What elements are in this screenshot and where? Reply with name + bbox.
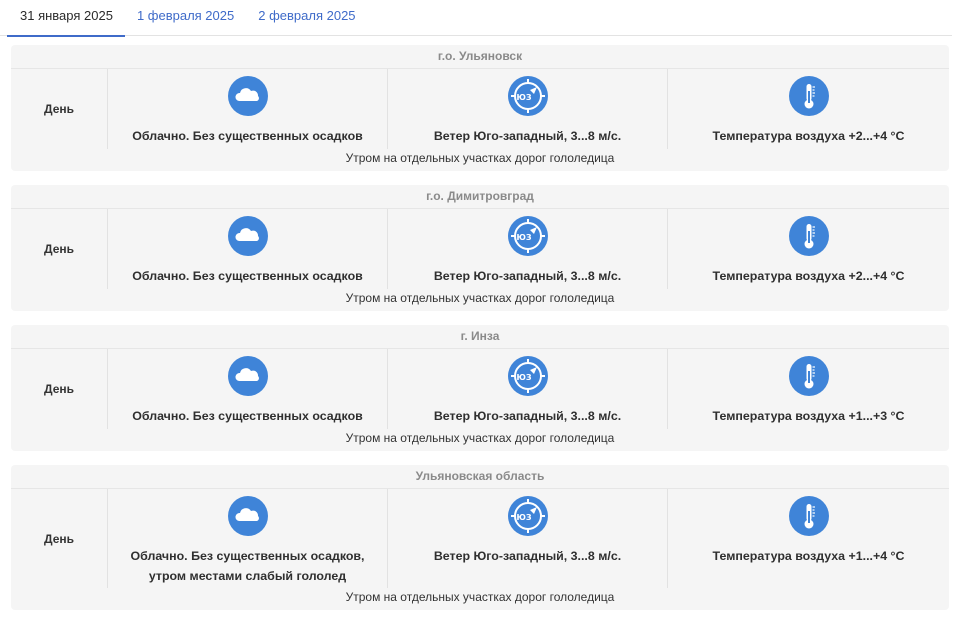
- cloud-icon: [227, 216, 268, 256]
- wind-direction-label: ЮЗ: [516, 513, 531, 522]
- wind-text: Ветер Юго-западный, 3...8 м/с.: [433, 129, 622, 143]
- wind-direction-label: ЮЗ: [516, 93, 531, 102]
- forecast-row: День Облачно. Без существенных осадков, …: [11, 489, 949, 588]
- wind-compass-icon: ЮЗ: [507, 216, 548, 256]
- temperature-text: Температура воздуха +1...+3 °C: [712, 409, 905, 423]
- cloud-text: Облачно. Без существенных осадков, утром…: [130, 549, 365, 583]
- temperature-cell: Температура воздуха +2...+4 °C: [667, 69, 949, 149]
- cloud-text: Облачно. Без существенных осадков: [132, 269, 363, 283]
- temperature-cell: Температура воздуха +2...+4 °C: [667, 209, 949, 289]
- cloud-icon: [227, 356, 268, 396]
- forecast-card: г.о. Димитровград День Облачно. Без суще…: [11, 185, 949, 311]
- thermometer-icon: [788, 496, 829, 536]
- date-tabs: 31 января 2025 1 февраля 2025 2 февраля …: [0, 0, 952, 37]
- temperature-text: Температура воздуха +1...+4 °C: [712, 549, 905, 563]
- thermometer-icon: [788, 356, 829, 396]
- cloud-icon: [227, 76, 268, 116]
- wind-direction-label: ЮЗ: [516, 233, 531, 242]
- cloud-text: Облачно. Без существенных осадков: [132, 409, 363, 423]
- area-title: г.о. Димитровград: [11, 185, 949, 209]
- forecast-card: г. Инза День Облачно. Без существенных о…: [11, 325, 949, 451]
- wind-direction-label: ЮЗ: [516, 373, 531, 382]
- tab-date-1[interactable]: 31 января 2025: [7, 0, 125, 37]
- tab-date-3[interactable]: 2 февраля 2025: [246, 0, 367, 36]
- period-label: День: [44, 242, 74, 256]
- road-note: Утром на отдельных участках дорог гололе…: [345, 291, 615, 305]
- period-label: День: [44, 382, 74, 396]
- wind-text: Ветер Юго-западный, 3...8 м/с.: [433, 549, 622, 563]
- temperature-cell: Температура воздуха +1...+4 °C: [667, 489, 949, 588]
- area-title: г.о. Ульяновск: [11, 45, 949, 69]
- tab-date-2[interactable]: 1 февраля 2025: [125, 0, 246, 36]
- forecast-row: День Облачно. Без существенных осадков Ю…: [11, 69, 949, 149]
- wind-compass-icon: ЮЗ: [507, 496, 548, 536]
- road-note: Утром на отдельных участках дорог гололе…: [345, 151, 615, 165]
- cloud-cell: Облачно. Без существенных осадков: [107, 209, 387, 289]
- wind-cell: ЮЗ Ветер Юго-западный, 3...8 м/с.: [387, 489, 667, 588]
- cloud-cell: Облачно. Без существенных осадков, утром…: [107, 489, 387, 588]
- wind-cell: ЮЗ Ветер Юго-западный, 3...8 м/с.: [387, 69, 667, 149]
- period-label: День: [44, 531, 74, 546]
- cloud-cell: Облачно. Без существенных осадков: [107, 69, 387, 149]
- forecast-row: День Облачно. Без существенных осадков Ю…: [11, 349, 949, 429]
- wind-text: Ветер Юго-западный, 3...8 м/с.: [433, 269, 622, 283]
- wind-text: Ветер Юго-западный, 3...8 м/с.: [433, 409, 622, 423]
- road-note: Утром на отдельных участках дорог гололе…: [345, 431, 615, 445]
- forecast-row: День Облачно. Без существенных осадков Ю…: [11, 209, 949, 289]
- wind-compass-icon: ЮЗ: [507, 356, 548, 396]
- cloud-icon: [227, 496, 268, 536]
- thermometer-icon: [788, 76, 829, 116]
- cloud-text: Облачно. Без существенных осадков: [132, 129, 363, 143]
- temperature-cell: Температура воздуха +1...+3 °C: [667, 349, 949, 429]
- area-title: Ульяновская область: [11, 465, 949, 489]
- temperature-text: Температура воздуха +2...+4 °C: [712, 269, 905, 283]
- temperature-text: Температура воздуха +2...+4 °C: [712, 129, 905, 143]
- forecast-card: Ульяновская область День Облачно. Без су…: [11, 465, 949, 610]
- thermometer-icon: [788, 216, 829, 256]
- forecast-card: г.о. Ульяновск День Облачно. Без существ…: [11, 45, 949, 171]
- cloud-cell: Облачно. Без существенных осадков: [107, 349, 387, 429]
- wind-cell: ЮЗ Ветер Юго-западный, 3...8 м/с.: [387, 349, 667, 429]
- period-label: День: [44, 102, 74, 116]
- wind-cell: ЮЗ Ветер Юго-западный, 3...8 м/с.: [387, 209, 667, 289]
- road-note: Утром на отдельных участках дорог гололе…: [345, 590, 615, 604]
- wind-compass-icon: ЮЗ: [507, 76, 548, 116]
- area-title: г. Инза: [11, 325, 949, 349]
